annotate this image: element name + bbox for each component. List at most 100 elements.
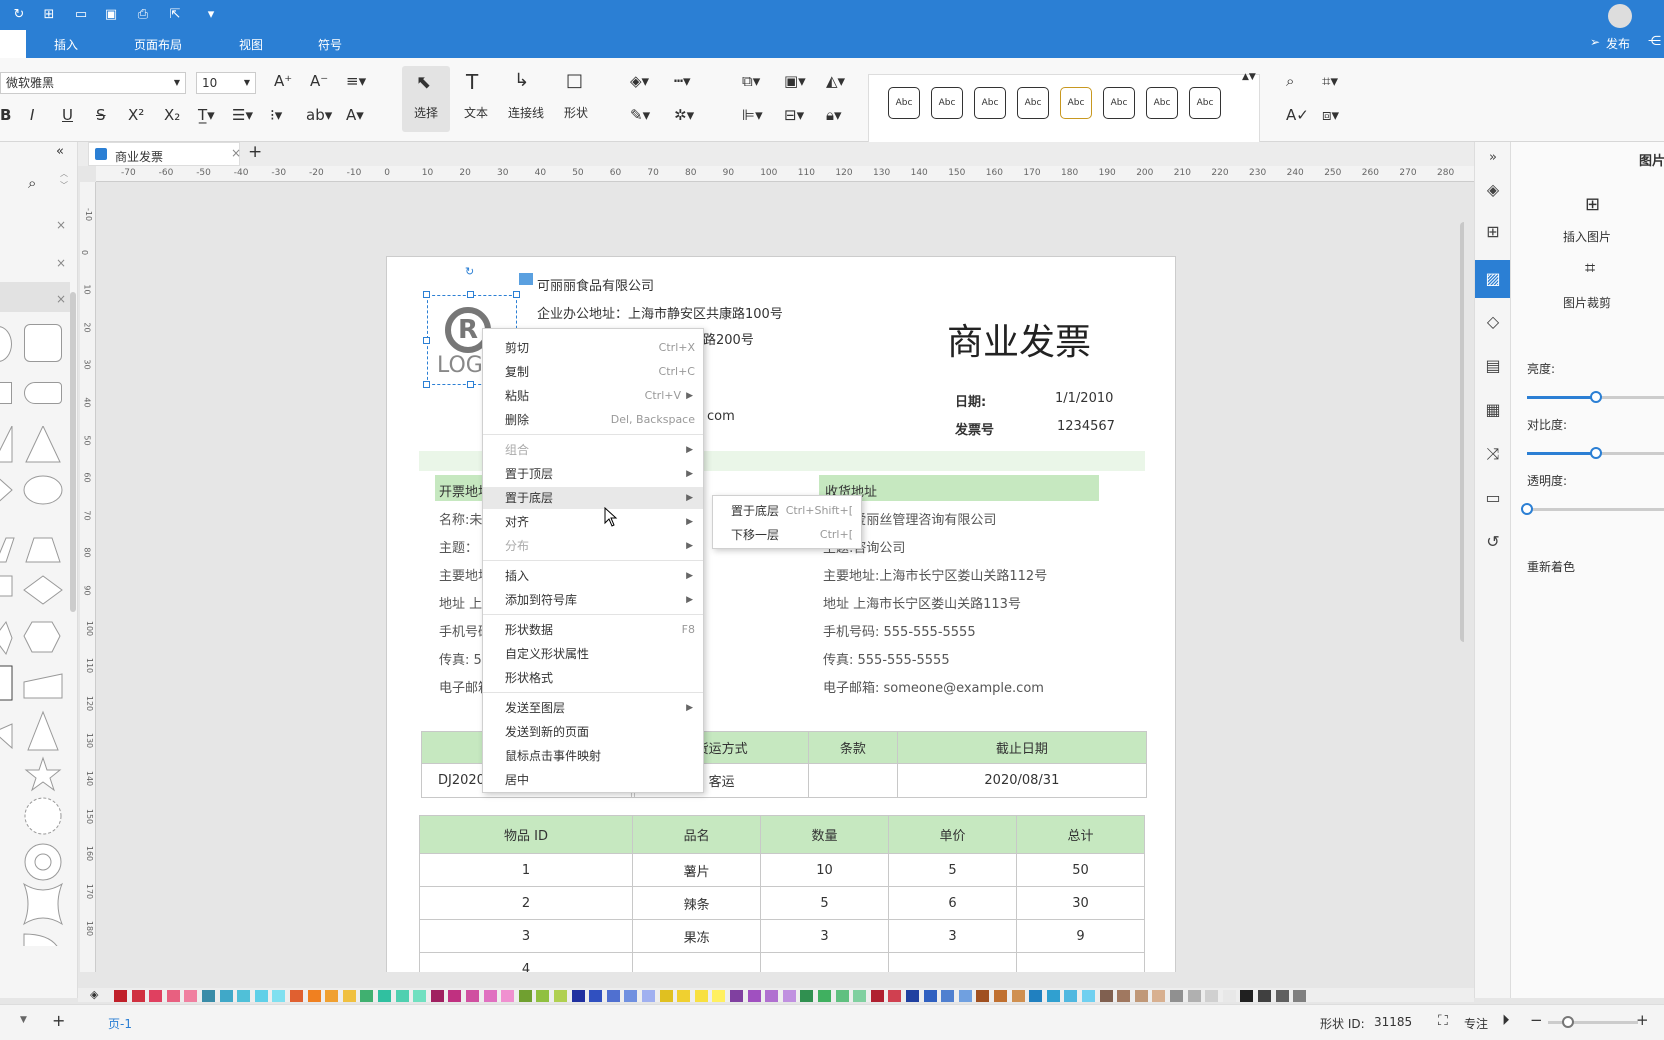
color-swatch[interactable]: [395, 990, 409, 1002]
library-scrollbar[interactable]: [70, 292, 76, 612]
color-swatch[interactable]: [448, 990, 462, 1002]
color-swatch[interactable]: [835, 990, 849, 1002]
menu-item-copy[interactable]: 复制 Ctrl+C: [483, 361, 703, 383]
zoom-knob[interactable]: [1562, 1016, 1574, 1028]
font-grow-icon[interactable]: A⁺: [274, 72, 292, 90]
color-swatch[interactable]: [730, 990, 743, 1002]
color-swatch[interactable]: [325, 990, 339, 1002]
color-swatch[interactable]: [1046, 990, 1060, 1002]
resize-handle[interactable]: [423, 337, 430, 344]
style-preset-3[interactable]: Abc: [974, 87, 1006, 119]
font-size-select[interactable]: 10 ▼: [196, 72, 256, 94]
color-swatch[interactable]: [870, 990, 884, 1002]
rounded-rect-shape[interactable]: [24, 324, 62, 362]
publish-button[interactable]: 发布: [1606, 35, 1630, 52]
group-icon[interactable]: ▣▾: [784, 72, 806, 90]
menu-item-delete[interactable]: 删除 Del, Backspace: [483, 409, 703, 431]
expand-panel-icon[interactable]: »: [1483, 148, 1503, 168]
color-swatch[interactable]: [114, 990, 127, 1002]
resize-handle[interactable]: [423, 291, 430, 298]
color-swatch[interactable]: [184, 990, 198, 1002]
color-swatch[interactable]: [1222, 990, 1236, 1002]
color-swatch[interactable]: [413, 990, 427, 1002]
contrast-knob[interactable]: [1590, 447, 1602, 459]
color-swatch[interactable]: [219, 990, 233, 1002]
color-swatch[interactable]: [1064, 990, 1078, 1002]
rect-shape[interactable]: [0, 382, 12, 404]
text-format-icon[interactable]: T̲▾: [198, 106, 215, 124]
text-tool-icon[interactable]: T: [466, 70, 478, 94]
drawing-canvas[interactable]: ↻ R LOG 可丽丽食品有限公司 企业办公地址：上海市静安区共康路100号 路…: [96, 182, 1464, 972]
color-swatch[interactable]: [747, 990, 761, 1002]
style-preset-5[interactable]: Abc: [1060, 87, 1092, 119]
color-swatch[interactable]: [518, 990, 532, 1002]
search-icon[interactable]: ⌕: [28, 174, 36, 192]
save-icon[interactable]: ▣: [102, 6, 120, 24]
tab-page-layout[interactable]: 页面布局: [134, 36, 182, 53]
color-swatch[interactable]: [430, 990, 444, 1002]
close-icon[interactable]: ×: [56, 256, 66, 270]
menu-item-click-event-mapping[interactable]: 鼠标点击事件映射: [483, 745, 703, 767]
color-swatch[interactable]: [1187, 990, 1201, 1002]
shuffle-icon[interactable]: ⤨: [1483, 444, 1503, 464]
tab-symbol[interactable]: 符号: [318, 36, 342, 53]
color-swatch[interactable]: [694, 990, 708, 1002]
crop-image-icon[interactable]: ⌗: [1585, 258, 1595, 279]
superscript-icon[interactable]: X²: [128, 106, 144, 124]
scroll-up-icon[interactable]: ︿: [60, 168, 68, 179]
color-swatch[interactable]: [976, 990, 990, 1002]
shape-thumbnails[interactable]: [0, 426, 70, 946]
menu-item-group[interactable]: 组合 ▶: [483, 439, 703, 461]
color-swatch[interactable]: [888, 990, 902, 1002]
page-menu-chevron-icon[interactable]: ▼: [20, 1015, 27, 1025]
strikethrough-icon[interactable]: S: [96, 106, 106, 124]
submenu-item-send-to-back[interactable]: 置于底层 Ctrl+Shift+[: [713, 500, 861, 522]
transparency-slider[interactable]: [1527, 508, 1664, 511]
crop-icon[interactable]: ⌗▾: [1322, 72, 1338, 90]
color-swatch[interactable]: [1011, 990, 1025, 1002]
add-page-icon[interactable]: +: [52, 1011, 65, 1030]
export-icon[interactable]: ⇱: [166, 6, 184, 24]
style-preset-8[interactable]: Abc: [1189, 87, 1221, 119]
rotate-handle-icon[interactable]: ↻: [465, 265, 474, 278]
menu-item-distribute[interactable]: 分布 ▶: [483, 535, 703, 557]
color-swatch[interactable]: [923, 990, 937, 1002]
menu-item-cut[interactable]: 剪切 Ctrl+X: [483, 337, 703, 359]
color-swatch[interactable]: [1152, 990, 1166, 1002]
color-swatch[interactable]: [712, 990, 726, 1002]
scroll-down-icon[interactable]: ﹀: [60, 180, 68, 191]
resize-handle[interactable]: [467, 291, 474, 298]
focus-mode-button[interactable]: 专注: [1464, 1015, 1488, 1032]
menu-item-custom-properties[interactable]: 自定义形状属性: [483, 643, 703, 665]
file-tab[interactable]: [0, 30, 26, 58]
color-swatch[interactable]: [1082, 990, 1095, 1002]
color-swatch[interactable]: [659, 990, 673, 1002]
color-swatch[interactable]: [677, 990, 691, 1002]
underline-icon[interactable]: U: [62, 106, 73, 124]
menu-item-align[interactable]: 对齐 ▶: [483, 511, 703, 533]
close-icon[interactable]: ×: [231, 146, 241, 160]
close-icon[interactable]: ×: [56, 292, 66, 306]
style-preset-2[interactable]: Abc: [931, 87, 963, 119]
align-icon[interactable]: ⊫▾: [742, 106, 763, 124]
delay-shape[interactable]: [24, 382, 62, 404]
history-icon[interactable]: ↺: [1483, 532, 1503, 552]
color-swatch[interactable]: [589, 990, 603, 1002]
effects-icon[interactable]: ✲▾: [674, 106, 694, 124]
font-shrink-icon[interactable]: A⁻: [310, 72, 328, 90]
tab-insert[interactable]: 插入: [54, 36, 78, 53]
color-swatch[interactable]: [149, 990, 163, 1002]
circle-shape[interactable]: [0, 326, 12, 362]
resize-handle[interactable]: [513, 291, 520, 298]
color-swatch[interactable]: [642, 990, 655, 1002]
color-swatch[interactable]: [1170, 990, 1183, 1002]
color-swatch[interactable]: [378, 990, 391, 1002]
connector-tool-label[interactable]: 连接线: [506, 104, 546, 121]
color-swatch[interactable]: [360, 990, 374, 1002]
tab-view[interactable]: 视图: [239, 36, 263, 53]
redo-icon[interactable]: ↻: [10, 6, 28, 24]
close-icon[interactable]: ×: [56, 218, 66, 232]
connector-tool-icon[interactable]: ↳: [514, 70, 529, 91]
color-swatch[interactable]: [342, 990, 356, 1002]
menu-item-paste[interactable]: 粘贴 Ctrl+V ▶: [483, 385, 703, 407]
